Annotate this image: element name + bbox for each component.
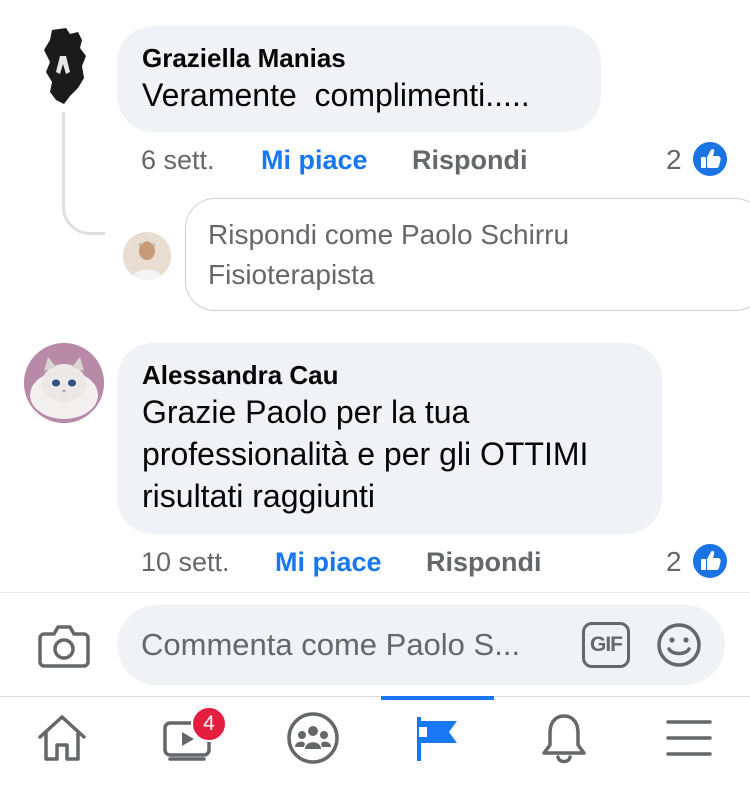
like-reaction-icon — [691, 542, 729, 580]
gif-button[interactable]: GIF — [582, 622, 630, 668]
divider — [0, 592, 750, 593]
reaction-count[interactable]: 2 — [666, 143, 682, 177]
gif-label: GIF — [590, 633, 623, 656]
commenter-avatar[interactable] — [30, 26, 96, 106]
comment-text: Grazie Paolo per la tua professionalità … — [142, 394, 589, 514]
like-button[interactable]: Mi piace — [261, 143, 368, 177]
notifications-bell-icon — [539, 711, 589, 770]
reply-input-placeholder: Rispondi come Paolo Schirru Fisioterapis… — [208, 219, 570, 290]
tab-pages[interactable] — [398, 705, 478, 775]
tab-home[interactable] — [22, 705, 102, 775]
active-tab-indicator — [381, 696, 494, 700]
comment-input-placeholder: Commenta come Paolo S... — [141, 627, 521, 662]
tab-notifications[interactable] — [524, 705, 604, 775]
comment-bubble[interactable]: Alessandra Cau Grazie Paolo per la tua p… — [117, 343, 662, 534]
comment-bubble[interactable]: Graziella Manias Veramente complimenti..… — [117, 26, 601, 132]
menu-icon — [664, 716, 714, 765]
comment-author[interactable]: Graziella Manias — [142, 42, 577, 74]
comment-timestamp: 6 sett. — [141, 145, 215, 175]
commenter-avatar[interactable] — [24, 343, 104, 423]
tab-menu[interactable] — [649, 705, 729, 775]
reaction-count[interactable]: 2 — [666, 545, 682, 579]
comment-timestamp: 10 sett. — [141, 547, 230, 577]
home-icon — [35, 713, 89, 768]
reply-button[interactable]: Rispondi — [412, 143, 528, 177]
tabbar-divider — [0, 696, 750, 697]
pages-flag-icon — [411, 711, 465, 770]
camera-icon[interactable] — [38, 622, 90, 668]
comment-input[interactable]: Commenta come Paolo S... GIF — [117, 605, 725, 685]
groups-icon — [286, 711, 340, 770]
video-notification-badge: 4 — [191, 706, 227, 742]
like-button[interactable]: Mi piace — [275, 545, 382, 579]
current-user-avatar — [123, 232, 171, 280]
tab-groups[interactable] — [273, 705, 353, 775]
like-reaction-icon — [691, 140, 729, 178]
reply-input[interactable]: Rispondi come Paolo Schirru Fisioterapis… — [185, 198, 750, 311]
comment-text: Veramente complimenti..... — [142, 77, 530, 113]
reply-button[interactable]: Rispondi — [426, 545, 542, 579]
comment-author[interactable]: Alessandra Cau — [142, 359, 638, 391]
thread-connector-line — [62, 112, 105, 235]
emoji-icon[interactable] — [656, 622, 702, 668]
